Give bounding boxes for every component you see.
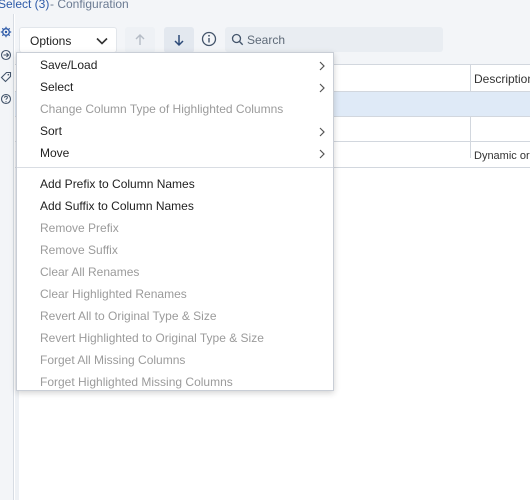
left-icon-rail (0, 14, 14, 500)
menu-item-label: Select (40, 80, 74, 94)
menu-item-sort[interactable]: Sort (17, 120, 333, 142)
chevron-right-icon (318, 60, 326, 74)
chevron-right-icon (318, 82, 326, 96)
menu-item-save-load[interactable]: Save/Load (17, 54, 333, 76)
chevron-down-icon (95, 35, 109, 49)
menu-item-forget-all-missing[interactable]: Forget All Missing Columns (17, 349, 333, 371)
chevron-right-icon (318, 148, 326, 162)
menu-item-label: Clear Highlighted Renames (40, 287, 187, 301)
arrow-down-icon (174, 35, 184, 47)
options-label: Options (30, 34, 72, 48)
menu-item-label: Move (40, 146, 70, 160)
search-input[interactable] (247, 30, 437, 49)
move-up-button[interactable] (125, 27, 155, 53)
arrow-up-icon (135, 34, 145, 45)
window-subtitle: - Configuration (50, 0, 129, 11)
select-configuration-window: Select (3) - Configuration Options Searc… (0, 0, 530, 500)
search-icon (231, 33, 244, 49)
tag-icon[interactable] (0, 71, 12, 83)
menu-item-label: Change Column Type of Highlighted Column… (40, 102, 284, 116)
menu-item-revert-highlighted[interactable]: Revert Highlighted to Original Type & Si… (17, 327, 333, 349)
menu-item-label: Forget All Missing Columns (40, 353, 186, 367)
options-dropdown[interactable]: Options (19, 27, 117, 53)
gear-icon[interactable] (0, 26, 12, 38)
menu-item-move[interactable]: Move (17, 142, 333, 164)
menu-item-label: Save/Load (40, 58, 98, 72)
menu-item-label: Add Prefix to Column Names (40, 177, 195, 191)
menu-item-label: Clear All Renames (40, 265, 140, 279)
window-title: Select (3) (0, 0, 50, 11)
move-down-button[interactable] (164, 27, 194, 53)
menu-separator (17, 167, 333, 168)
menu-item-remove-prefix[interactable]: Remove Prefix (17, 217, 333, 239)
column-header-description[interactable]: Description (474, 72, 530, 86)
menu-item-label: Revert All to Original Type & Size (40, 309, 217, 323)
title-bar: Select (3) - Configuration (0, 0, 530, 14)
menu-item-revert-all[interactable]: Revert All to Original Type & Size (17, 305, 333, 327)
menu-item-add-prefix[interactable]: Add Prefix to Column Names (17, 173, 333, 195)
menu-item-clear-all-renames[interactable]: Clear All Renames (17, 261, 333, 283)
menu-item-label: Revert Highlighted to Original Type & Si… (40, 331, 264, 345)
menu-item-label: Add Suffix to Column Names (40, 199, 194, 213)
info-icon[interactable] (201, 31, 217, 50)
menu-item-change-column-type[interactable]: Change Column Type of Highlighted Column… (17, 98, 333, 120)
menu-item-add-suffix[interactable]: Add Suffix to Column Names (17, 195, 333, 217)
menu-item-forget-highlighted-missing[interactable]: Forget Highlighted Missing Columns (17, 371, 333, 393)
chevron-right-icon (318, 126, 326, 140)
menu-item-label: Remove Prefix (40, 221, 119, 235)
menu-item-label: Remove Suffix (40, 243, 118, 257)
row-description-cell[interactable]: Dynamic or (474, 150, 530, 162)
menu-item-label: Sort (40, 124, 63, 138)
menu-item-select[interactable]: Select (17, 76, 333, 98)
options-menu: Save/Load Select Change Column Type of H… (16, 52, 334, 391)
help-icon[interactable] (0, 93, 12, 105)
menu-item-label: Forget Highlighted Missing Columns (40, 375, 233, 389)
link-icon[interactable] (0, 49, 12, 61)
menu-item-clear-highlighted-renames[interactable]: Clear Highlighted Renames (17, 283, 333, 305)
search-box (225, 27, 443, 52)
menu-item-remove-suffix[interactable]: Remove Suffix (17, 239, 333, 261)
